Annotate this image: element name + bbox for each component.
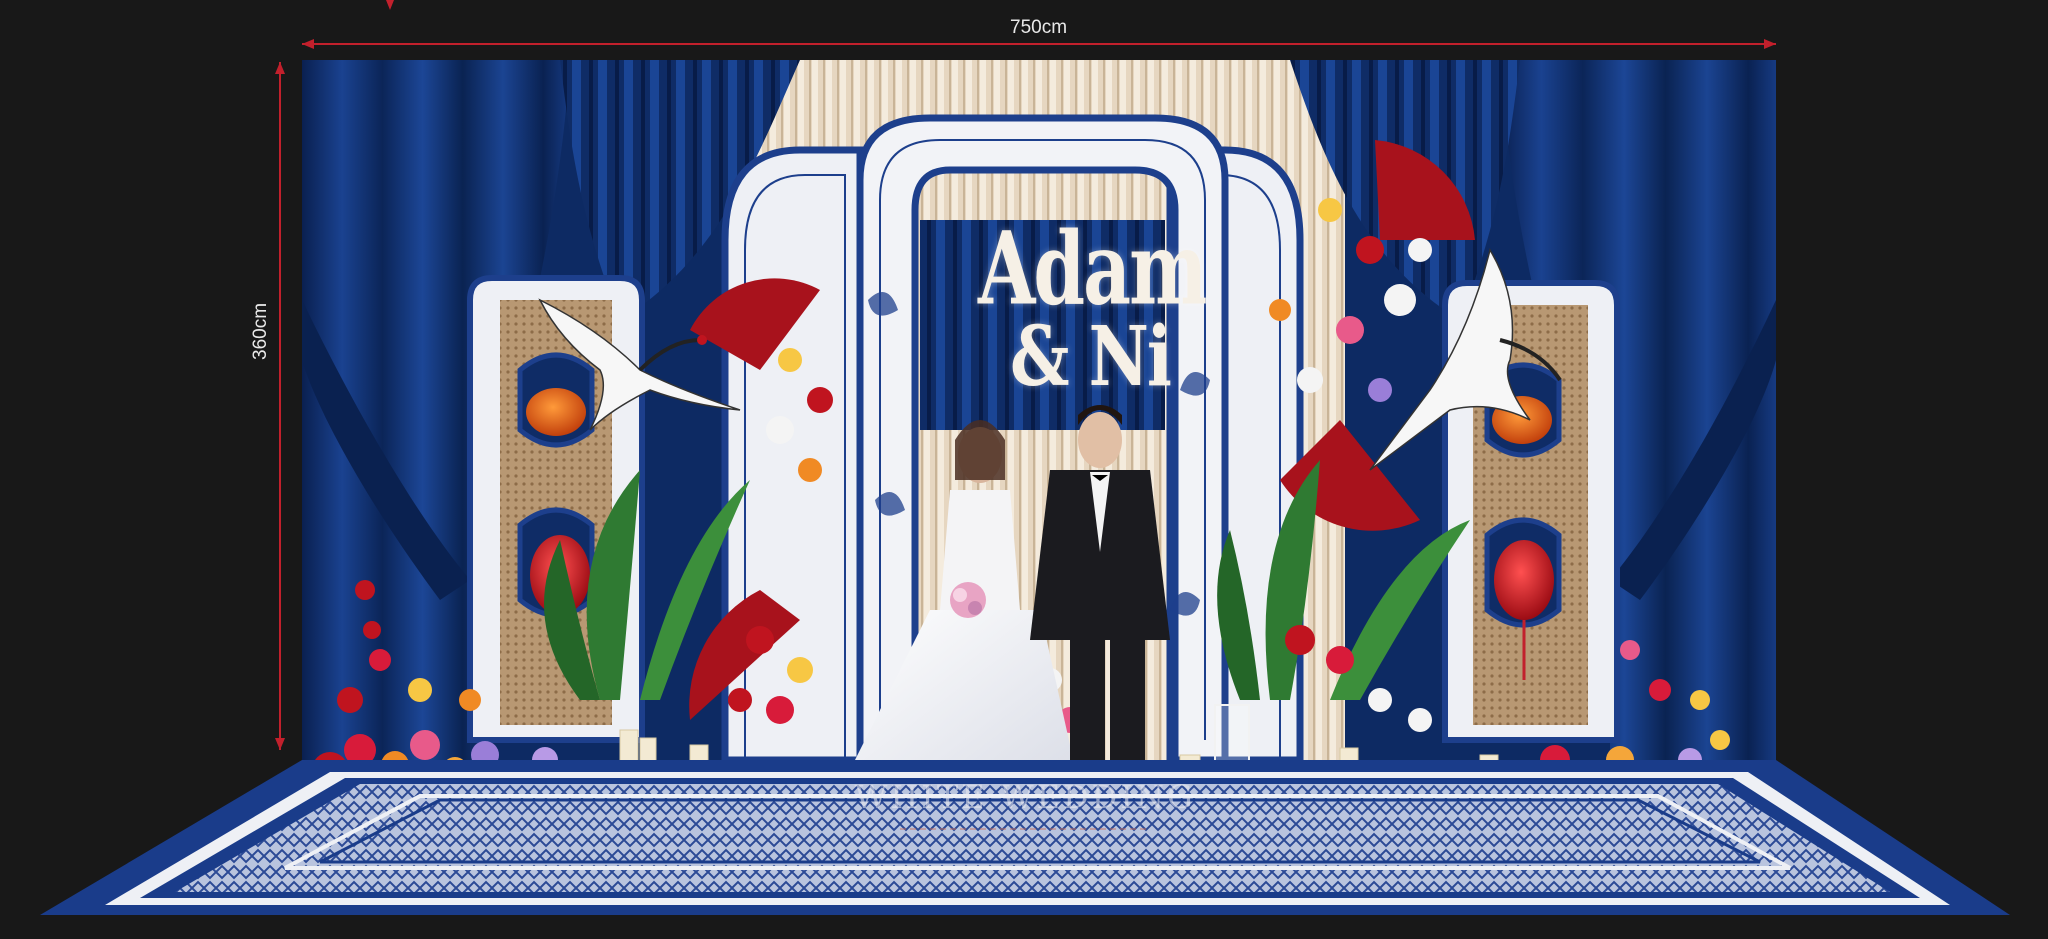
red-lantern-right-icon [1494, 540, 1554, 620]
width-dimension-label: 750cm [1010, 17, 1068, 38]
orange-lantern-icon [526, 388, 586, 436]
couple-name-line-2: & Ni [1010, 307, 1172, 405]
height-dimension-label: 360cm [250, 302, 271, 360]
brand-watermark-underline [900, 828, 1150, 830]
brand-watermark: WHITE WEDDING [854, 778, 1196, 816]
couple-name-line-1: Adam [978, 211, 1207, 328]
